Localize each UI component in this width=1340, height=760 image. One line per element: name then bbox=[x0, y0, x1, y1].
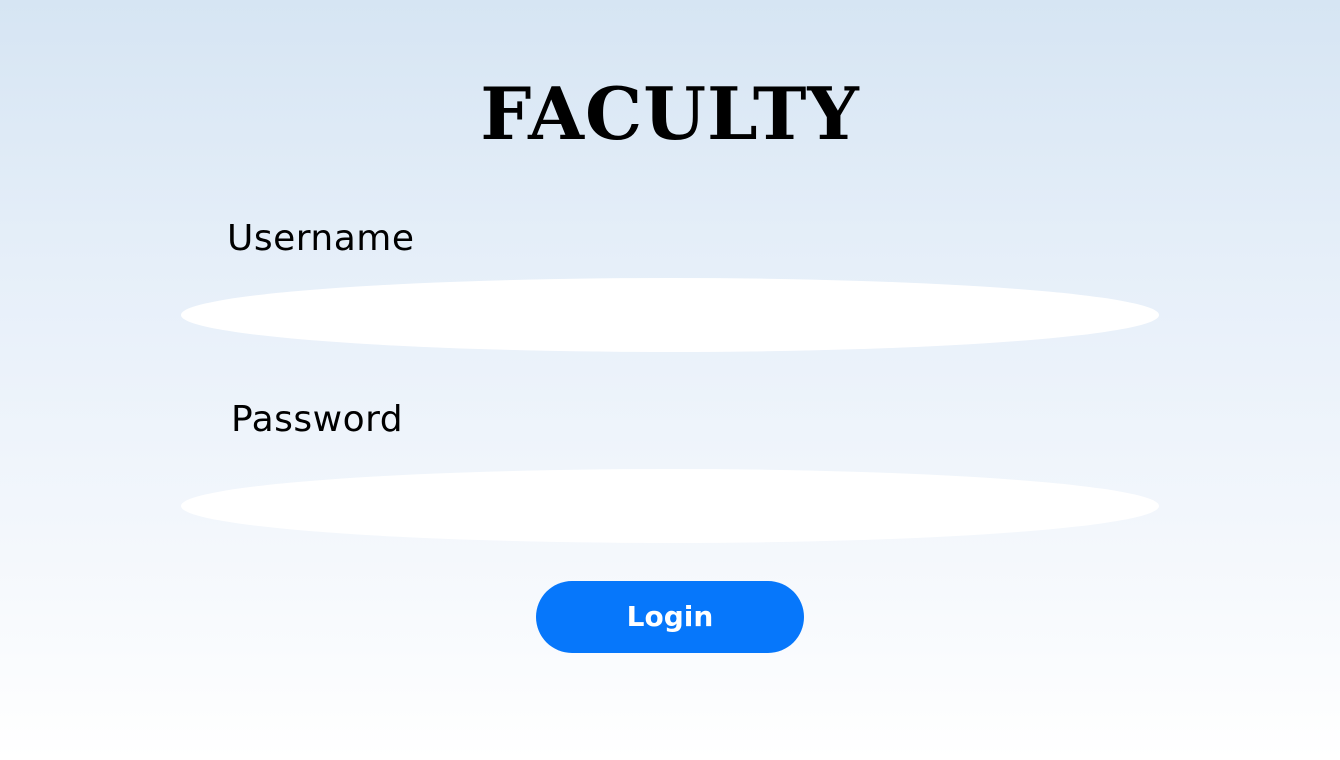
username-label: Username bbox=[227, 218, 415, 259]
page-title: FACULTY bbox=[480, 71, 860, 156]
password-field[interactable] bbox=[181, 469, 1159, 543]
login-button[interactable]: Login bbox=[536, 581, 804, 653]
password-label: Password bbox=[231, 399, 404, 440]
username-field[interactable] bbox=[181, 278, 1159, 352]
